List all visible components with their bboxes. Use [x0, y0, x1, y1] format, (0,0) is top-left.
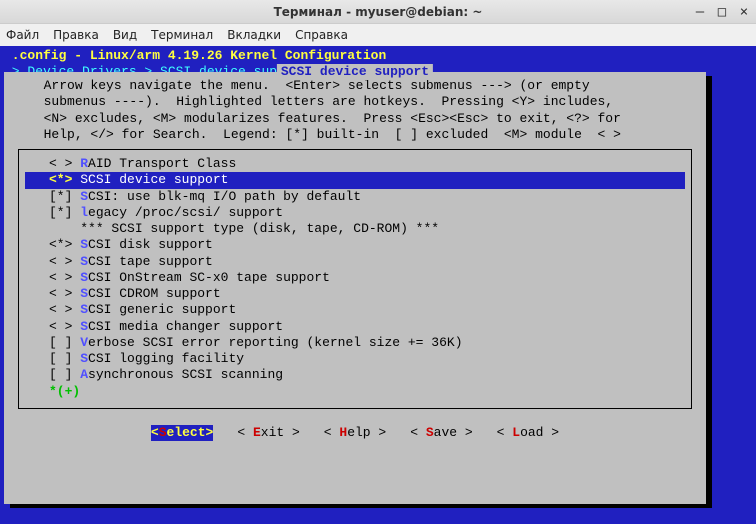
button-bar: <Select> < Exit > < Help > < Save > < Lo…: [4, 425, 706, 441]
option-symbol: [*]: [49, 205, 80, 220]
option-hotkey: S: [80, 319, 88, 334]
load-button[interactable]: < Load >: [497, 425, 559, 441]
option-row[interactable]: [*] legacy /proc/scsi/ support: [25, 205, 685, 221]
menu-terminal[interactable]: Терминал: [151, 28, 213, 42]
menu-view[interactable]: Вид: [113, 28, 137, 42]
option-label: CSI tape support: [88, 254, 213, 269]
option-symbol: < >: [49, 270, 80, 285]
option-hotkey: A: [80, 367, 88, 382]
option-symbol: < >: [49, 156, 80, 171]
menu-file[interactable]: Файл: [6, 28, 39, 42]
option-symbol: < >: [49, 254, 80, 269]
option-symbol: < >: [49, 302, 80, 317]
option-symbol: < >: [49, 319, 80, 334]
option-hotkey: S: [80, 189, 88, 204]
menu-help[interactable]: Справка: [295, 28, 348, 42]
options-list[interactable]: < > RAID Transport Class<*> SCSI device …: [18, 149, 692, 409]
terminal-area[interactable]: .config - Linux/arm 4.19.26 Kernel Confi…: [0, 46, 756, 524]
option-row[interactable]: < > SCSI CDROM support: [25, 286, 685, 302]
config-header: .config - Linux/arm 4.19.26 Kernel Confi…: [4, 48, 752, 64]
option-label: CSI media changer support: [88, 319, 283, 334]
option-label: AID Transport Class: [88, 156, 236, 171]
option-label: CSI CDROM support: [88, 286, 221, 301]
option-label: *** SCSI support type (disk, tape, CD-RO…: [80, 221, 439, 236]
option-row[interactable]: [ ] SCSI logging facility: [25, 351, 685, 367]
window-title: Терминал - myuser@debian: ~: [274, 5, 483, 19]
option-hotkey: S: [80, 254, 88, 269]
option-hotkey: S: [80, 237, 88, 252]
option-label: CSI logging facility: [88, 351, 244, 366]
option-symbol: [ ]: [49, 351, 80, 366]
option-row[interactable]: <*> SCSI disk support: [25, 237, 685, 253]
option-symbol: <*>: [49, 172, 80, 187]
option-symbol: [49, 221, 80, 236]
dialog-title: SCSI device support: [277, 64, 433, 80]
option-row[interactable]: < > SCSI media changer support: [25, 319, 685, 335]
more-indicator: *(+): [25, 384, 685, 400]
option-label: CSI generic support: [88, 302, 236, 317]
option-hotkey: S: [80, 270, 88, 285]
option-row[interactable]: [*] SCSI: use blk-mq I/O path by default: [25, 189, 685, 205]
option-label: egacy /proc/scsi/ support: [88, 205, 283, 220]
option-hotkey: R: [80, 156, 88, 171]
option-hotkey: S: [80, 351, 88, 366]
menu-tabs[interactable]: Вкладки: [227, 28, 281, 42]
minimize-icon[interactable]: —: [692, 5, 708, 19]
option-row[interactable]: < > SCSI OnStream SC-x0 tape support: [25, 270, 685, 286]
option-symbol: [*]: [49, 189, 80, 204]
option-label: erbose SCSI error reporting (kernel size…: [88, 335, 462, 350]
exit-button[interactable]: < Exit >: [237, 425, 299, 441]
option-hotkey: S: [80, 302, 88, 317]
option-hotkey: S: [80, 172, 88, 187]
help-button[interactable]: < Help >: [324, 425, 386, 441]
option-hotkey: l: [80, 205, 88, 220]
option-hotkey: V: [80, 335, 88, 350]
option-label: CSI: use blk-mq I/O path by default: [88, 189, 361, 204]
option-row[interactable]: < > RAID Transport Class: [25, 156, 685, 172]
menubar: Файл Правка Вид Терминал Вкладки Справка: [0, 24, 756, 46]
option-row[interactable]: < > SCSI generic support: [25, 302, 685, 318]
dialog-help-text: Arrow keys navigate the menu. <Enter> se…: [4, 72, 706, 147]
option-label: CSI OnStream SC-x0 tape support: [88, 270, 330, 285]
option-symbol: [ ]: [49, 367, 80, 382]
option-hotkey: S: [80, 286, 88, 301]
maximize-icon[interactable]: □: [714, 5, 730, 19]
option-row[interactable]: [ ] Verbose SCSI error reporting (kernel…: [25, 335, 685, 351]
close-icon[interactable]: ×: [736, 5, 752, 19]
menu-edit[interactable]: Правка: [53, 28, 99, 42]
option-row[interactable]: *** SCSI support type (disk, tape, CD-RO…: [25, 221, 685, 237]
option-row[interactable]: <*> SCSI device support: [25, 172, 685, 188]
option-label: synchronous SCSI scanning: [88, 367, 283, 382]
option-label: CSI disk support: [88, 237, 213, 252]
option-row[interactable]: [ ] Asynchronous SCSI scanning: [25, 367, 685, 383]
menuconfig-dialog: SCSI device support Arrow keys navigate …: [4, 72, 706, 504]
option-label: CSI device support: [88, 172, 228, 187]
option-symbol: <*>: [49, 237, 80, 252]
titlebar: Терминал - myuser@debian: ~ — □ ×: [0, 0, 756, 24]
select-button[interactable]: <Select>: [151, 425, 213, 441]
option-symbol: [ ]: [49, 335, 80, 350]
save-button[interactable]: < Save >: [410, 425, 472, 441]
option-symbol: < >: [49, 286, 80, 301]
option-row[interactable]: < > SCSI tape support: [25, 254, 685, 270]
